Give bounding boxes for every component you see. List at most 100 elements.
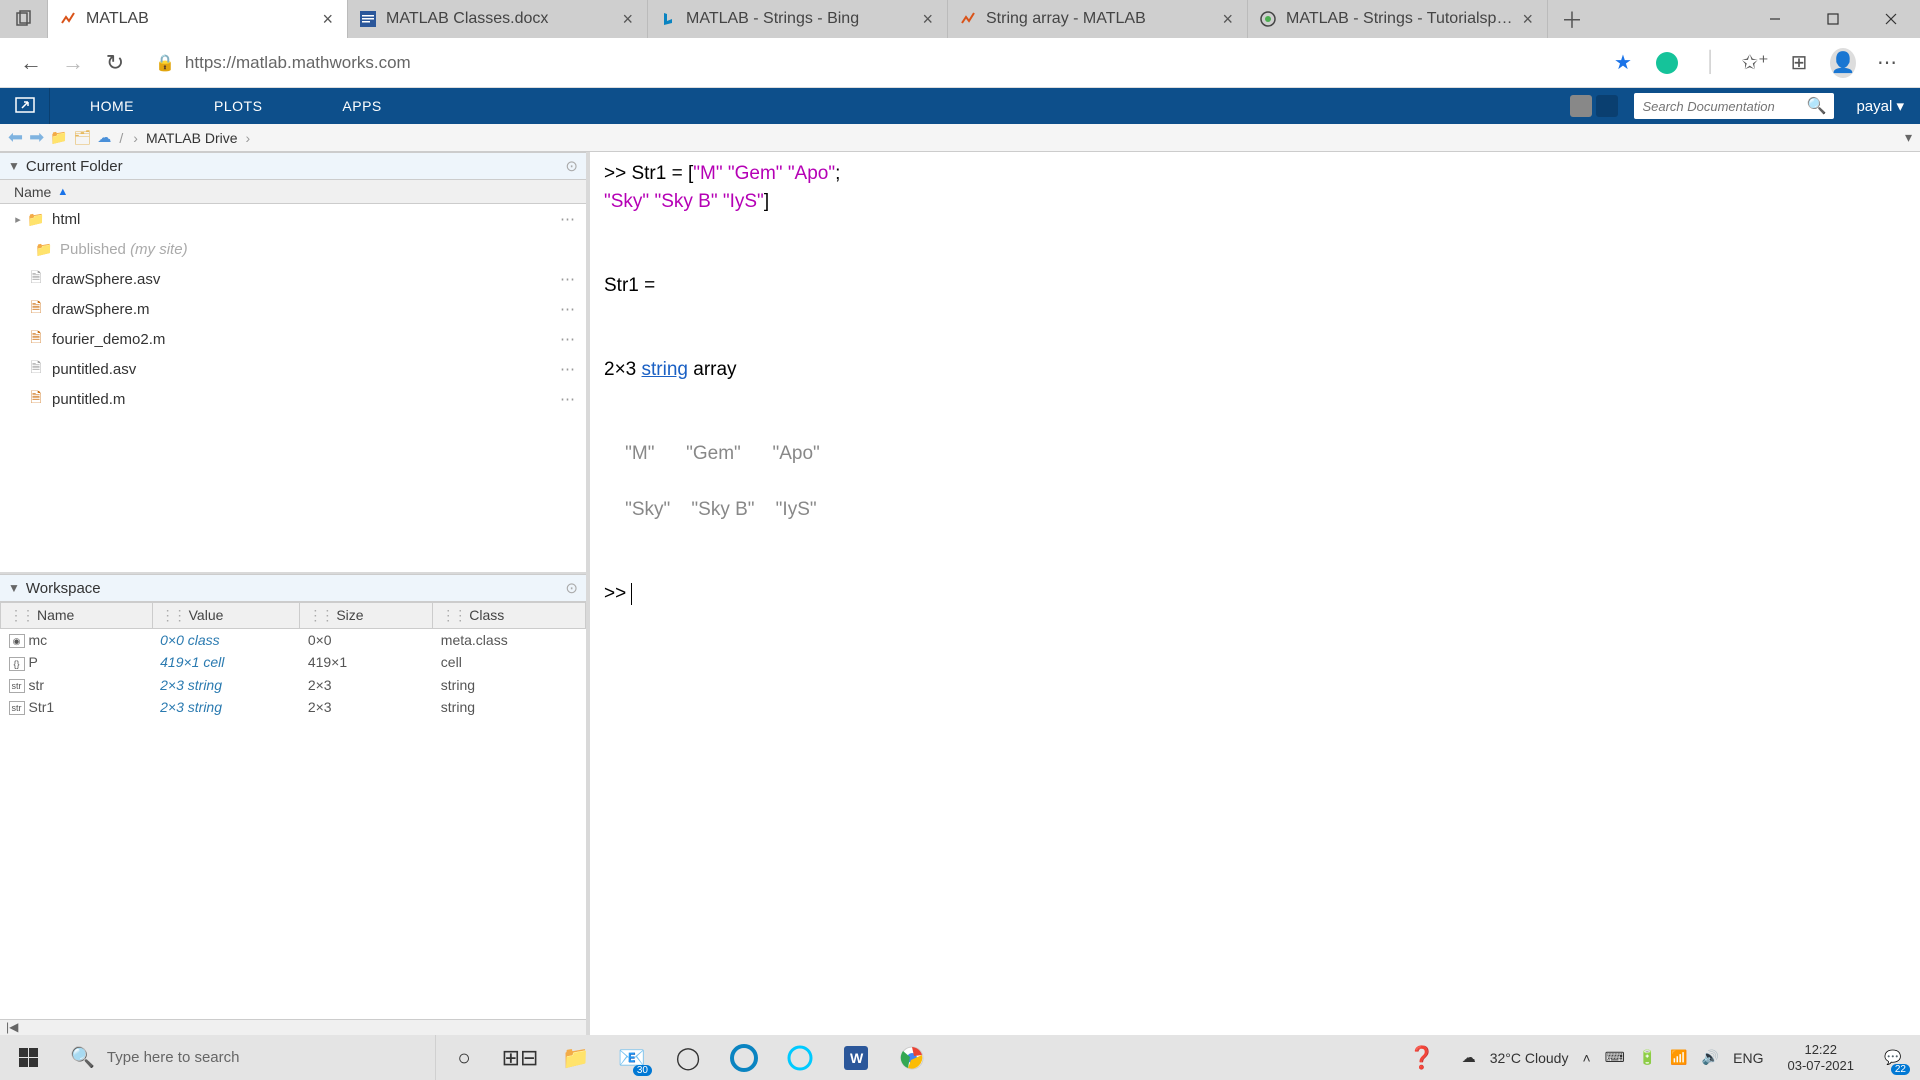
battery-icon[interactable]: 🔋	[1639, 1049, 1656, 1066]
notifications-icon[interactable]: 💬22	[1878, 1043, 1908, 1073]
undo-button[interactable]	[1570, 95, 1592, 117]
search-icon[interactable]: 🔍	[1807, 96, 1827, 116]
cortana-icon[interactable]: ○	[436, 1035, 492, 1080]
close-icon[interactable]: ×	[1220, 9, 1235, 30]
panel-menu-icon[interactable]: ⊙	[565, 157, 578, 175]
ws-row[interactable]: strStr1 2×3 string 2×3 string	[1, 696, 586, 718]
start-button[interactable]	[0, 1035, 56, 1080]
file-item-drawsphere-m[interactable]: 🗎 drawSphere.m ⋯	[0, 294, 586, 324]
svg-text:W: W	[850, 1050, 864, 1066]
file-actions-icon[interactable]: ⋯	[560, 210, 576, 228]
maximize-button[interactable]	[1804, 0, 1862, 38]
ws-col-name[interactable]: ⋮⋮Name	[1, 603, 153, 629]
word-icon[interactable]: W	[828, 1035, 884, 1080]
task-view-icon[interactable]: ⊞⊟	[492, 1035, 548, 1080]
matlab-favicon-icon	[60, 11, 76, 27]
ribbon-tab-apps[interactable]: APPS	[302, 88, 421, 124]
close-icon[interactable]: ×	[620, 9, 635, 30]
favorite-star-icon[interactable]: ★	[1610, 50, 1636, 76]
file-item-drawsphere-asv[interactable]: 🗎 drawSphere.asv ⋯	[0, 264, 586, 294]
user-menu[interactable]: payal ▾	[1840, 88, 1920, 124]
browser-tab-bing[interactable]: MATLAB - Strings - Bing ×	[648, 0, 948, 38]
close-icon[interactable]: ×	[1520, 9, 1535, 30]
menu-button[interactable]: ⋯	[1874, 50, 1900, 76]
folder-item-published[interactable]: 📁 Published (my site)	[0, 234, 586, 264]
onedrive-icon[interactable]: ⌨	[1605, 1049, 1625, 1066]
file-item-fourier[interactable]: 🗎 fourier_demo2.m ⋯	[0, 324, 586, 354]
ws-row[interactable]: strstr 2×3 string 2×3 string	[1, 674, 586, 696]
close-window-button[interactable]	[1862, 0, 1920, 38]
ribbon-tab-home[interactable]: HOME	[50, 88, 174, 124]
folder-icon: 📁	[34, 241, 54, 258]
language-indicator[interactable]: ENG	[1733, 1050, 1763, 1066]
app-icon[interactable]: ◯	[660, 1035, 716, 1080]
alexa-icon[interactable]	[772, 1035, 828, 1080]
path-browse-icon[interactable]: 🗂	[74, 129, 92, 146]
wifi-icon[interactable]: 📶	[1670, 1049, 1687, 1066]
help-icon[interactable]: ❓	[1394, 1035, 1450, 1080]
ws-col-value[interactable]: ⋮⋮Value	[152, 603, 300, 629]
folder-column-header[interactable]: Name ▲	[0, 180, 586, 204]
browser-tab-matlab[interactable]: MATLAB ×	[48, 0, 348, 38]
grammarly-icon[interactable]	[1654, 50, 1680, 76]
tray-expand-icon[interactable]: ˄	[1582, 1050, 1590, 1066]
file-actions-icon[interactable]: ⋯	[560, 360, 576, 378]
new-tab-button[interactable]: ＋	[1548, 0, 1596, 38]
browser-tab-stringarray[interactable]: String array - MATLAB ×	[948, 0, 1248, 38]
ws-row[interactable]: ◉mc 0×0 class 0×0 meta.class	[1, 629, 586, 652]
file-actions-icon[interactable]: ⋯	[560, 270, 576, 288]
ws-col-class[interactable]: ⋮⋮Class	[433, 603, 586, 629]
forward-button[interactable]: →	[52, 42, 94, 84]
expand-icon[interactable]: ▸	[10, 213, 26, 226]
clock[interactable]: 12:22 03-07-2021	[1778, 1042, 1865, 1074]
back-button[interactable]: ←	[10, 42, 52, 84]
url-field[interactable]: 🔒 https://matlab.mathworks.com	[144, 44, 1592, 82]
tab-actions-icon[interactable]	[0, 0, 48, 38]
refresh-button[interactable]: ↻	[94, 42, 136, 84]
current-folder-header[interactable]: ▼ Current Folder ⊙	[0, 152, 586, 180]
mail-icon[interactable]: 📧30	[604, 1035, 660, 1080]
minimize-button[interactable]	[1746, 0, 1804, 38]
cmd-prompt[interactable]: >>	[604, 580, 1906, 608]
ws-col-size[interactable]: ⋮⋮Size	[300, 603, 433, 629]
browser-tab-docx[interactable]: MATLAB Classes.docx ×	[348, 0, 648, 38]
collections-icon[interactable]: ⊞	[1786, 50, 1812, 76]
doc-search-input[interactable]	[1642, 99, 1802, 114]
cmd-input-line: "Sky" "Sky B" "IyS"]	[604, 188, 1906, 216]
file-name: fourier_demo2.m	[52, 331, 560, 348]
path-dropdown-icon[interactable]: ▾	[1905, 129, 1912, 146]
path-fwd-icon[interactable]: ➡	[29, 127, 44, 148]
weather-icon[interactable]: ☁	[1462, 1049, 1476, 1066]
profile-button[interactable]: 👤	[1830, 50, 1856, 76]
chrome-icon[interactable]	[884, 1035, 940, 1080]
file-item-puntitled-asv[interactable]: 🗎 puntitled.asv ⋯	[0, 354, 586, 384]
path-back-icon[interactable]: ⬅	[8, 127, 23, 148]
file-item-puntitled-m[interactable]: 🗎 puntitled.m ⋯	[0, 384, 586, 414]
close-icon[interactable]: ×	[320, 9, 335, 30]
weather-text[interactable]: 32°C Cloudy	[1490, 1050, 1569, 1066]
taskbar-apps: ○ ⊞⊟ 📁 📧30 ◯ W	[436, 1035, 940, 1080]
cloud-icon[interactable]: ☁	[97, 129, 111, 146]
edge-icon[interactable]	[716, 1035, 772, 1080]
browser-tab-tutorialspoint[interactable]: MATLAB - Strings - Tutorialspoint ×	[1248, 0, 1548, 38]
breadcrumb-root[interactable]: MATLAB Drive	[146, 130, 238, 146]
file-explorer-icon[interactable]: 📁	[548, 1035, 604, 1080]
close-icon[interactable]: ×	[920, 9, 935, 30]
volume-icon[interactable]: 🔊	[1702, 1049, 1719, 1066]
command-window[interactable]: >> Str1 = ["M" "Gem" "Apo"; "Sky" "Sky B…	[590, 152, 1920, 1035]
doc-search[interactable]: 🔍	[1634, 93, 1834, 119]
string-link[interactable]: string	[642, 359, 688, 380]
file-actions-icon[interactable]: ⋯	[560, 300, 576, 318]
dock-icon[interactable]	[0, 88, 50, 124]
file-actions-icon[interactable]: ⋯	[560, 330, 576, 348]
ws-row[interactable]: {}P 419×1 cell 419×1 cell	[1, 651, 586, 673]
folder-item-html[interactable]: ▸ 📁 html ⋯	[0, 204, 586, 234]
taskbar-search[interactable]: 🔍 Type here to search	[56, 1035, 436, 1080]
panel-menu-icon[interactable]: ⊙	[565, 579, 578, 597]
file-actions-icon[interactable]: ⋯	[560, 390, 576, 408]
workspace-header[interactable]: ▼ Workspace ⊙	[0, 574, 586, 602]
path-up-icon[interactable]: 📁	[50, 129, 67, 146]
favorites-icon[interactable]: ✩⁺	[1742, 50, 1768, 76]
redo-button[interactable]	[1596, 95, 1618, 117]
ribbon-tab-plots[interactable]: PLOTS	[174, 88, 302, 124]
